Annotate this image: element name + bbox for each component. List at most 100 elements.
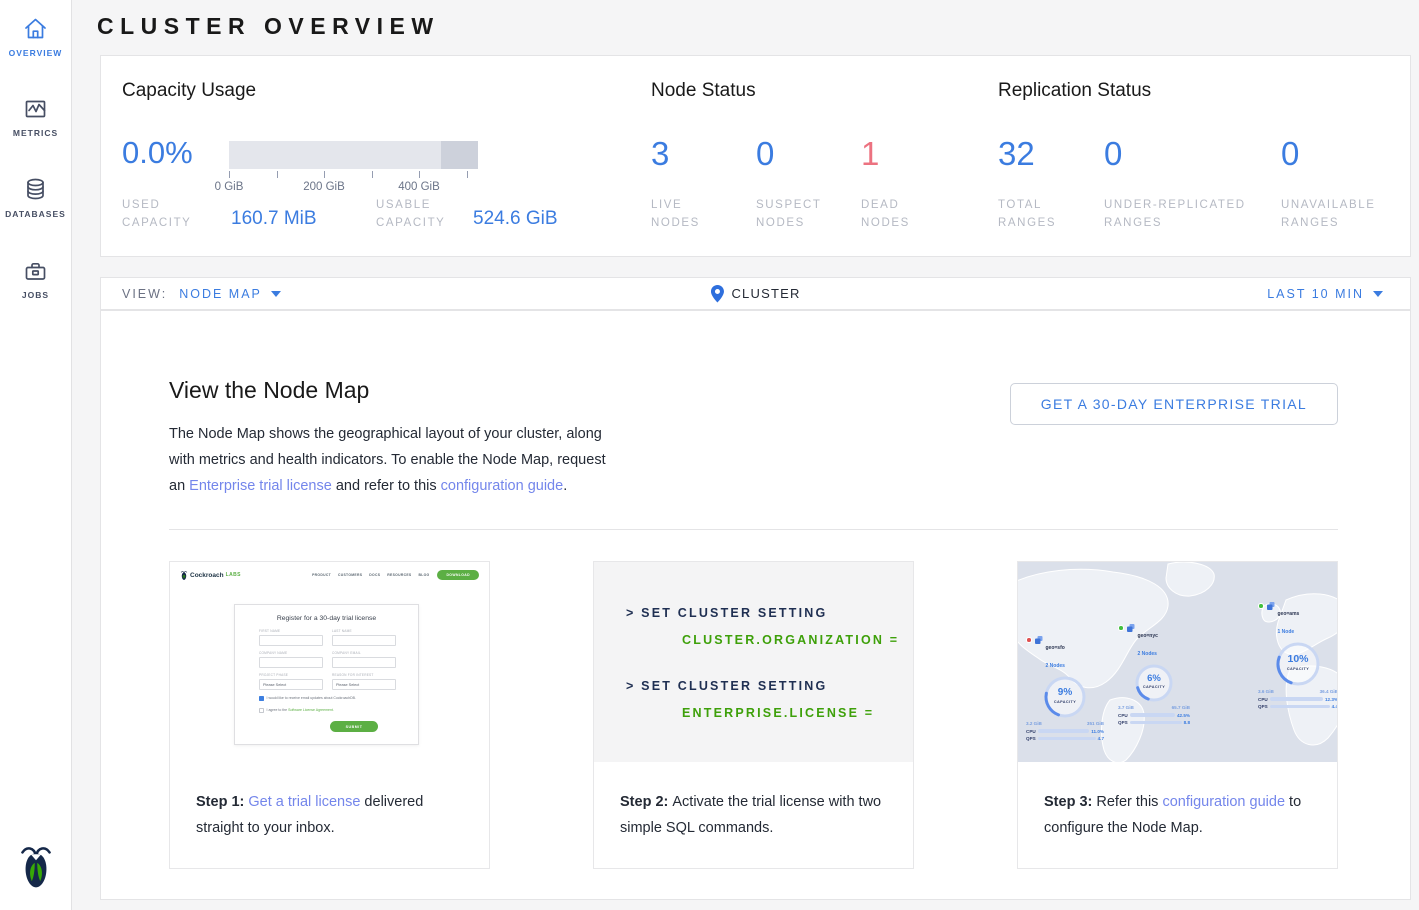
configuration-guide-link[interactable]: configuration guide <box>1162 794 1285 810</box>
sidebar-item-label: JOBS <box>0 290 71 300</box>
step1-card: Cockroach LABS PRODUCT CUSTOMERS DOCS RE… <box>169 561 490 869</box>
mini-cockroach-icon <box>180 570 188 581</box>
location-pin-icon <box>710 285 723 303</box>
mini-nav-item: CUSTOMERS <box>338 573 362 577</box>
step3-label: Step 3: <box>1044 794 1096 810</box>
qps-bar <box>1038 737 1096 741</box>
home-icon <box>22 16 49 42</box>
qps-value: 8.8 <box>1184 720 1190 725</box>
qps-value: 4.7 <box>1098 736 1104 741</box>
cpu-value: 12.3% <box>1325 697 1337 702</box>
qps-value: 4.4 <box>1332 704 1337 709</box>
region-node-count: 2 Nodes <box>1138 651 1157 657</box>
mini-nav-item: DOCS <box>369 573 380 577</box>
step1-media: Cockroach LABS PRODUCT CUSTOMERS DOCS RE… <box>170 562 489 762</box>
capacity-usage-title: Capacity Usage <box>122 80 256 102</box>
mini-download-button: DOWNLOAD <box>437 570 479 580</box>
dead-nodes-label: DEAD NODES <box>861 196 939 232</box>
capacity-label: CAPACITY <box>1043 700 1087 704</box>
time-range-value: LAST 10 MIN <box>1267 287 1364 301</box>
status-dot <box>1118 625 1124 631</box>
under-replicated-label: UNDER-REPLICATED RANGES <box>1104 196 1264 232</box>
qps-bar <box>1130 721 1182 725</box>
cpu-label: CPU <box>1258 697 1268 702</box>
time-range-selector[interactable]: LAST 10 MIN <box>1267 287 1383 301</box>
view-selector-value: NODE MAP <box>179 287 262 301</box>
sidebar-item-label: METRICS <box>0 128 71 138</box>
region-name: geo=nyc <box>1138 633 1158 639</box>
mini-nav-item: RESOURCES <box>387 573 411 577</box>
qps-label: QPS <box>1118 720 1128 725</box>
used-capacity-value: 160.7 MiB <box>231 208 317 230</box>
qps-label: QPS <box>1026 736 1036 741</box>
mini-field-label: LAST NAME <box>332 629 396 633</box>
enterprise-trial-license-link[interactable]: Enterprise trial license <box>189 478 332 494</box>
sql-command: > SET CLUSTER SETTING <box>626 679 913 693</box>
mini-nav-item: PRODUCT <box>312 573 331 577</box>
mini-field-label: PROJECT PHASE <box>259 673 323 677</box>
map-region-ams: geo=ams1 Node 10% CAPACITY 3.6 GiB36.4 G… <box>1258 602 1337 709</box>
mini-checkbox-label: I agree to the <box>267 708 289 712</box>
sidebar-item-jobs[interactable]: JOBS <box>0 258 71 300</box>
step3-node-map-preview: geo=sfo2 Nodes 9% CAPACITY 3.2 GiB351 Gi… <box>1018 562 1337 762</box>
step2-label: Step 2: <box>620 794 672 810</box>
region-node-count: 1 Node <box>1278 629 1295 635</box>
step3-caption: Step 3: Refer this configuration guide t… <box>1018 762 1337 841</box>
region-node-count: 2 Nodes <box>1046 663 1065 669</box>
mini-nav-item: BLOG <box>418 573 429 577</box>
capacity-bar-chart <box>229 141 479 169</box>
chevron-down-icon <box>1373 291 1383 297</box>
node-map-description: The Node Map shows the geographical layo… <box>169 421 621 499</box>
mini-register-form: Register for a 30-day trial license FIRS… <box>234 604 419 745</box>
nodes-icon <box>1267 602 1275 610</box>
sidebar-item-databases[interactable]: DATABASES <box>0 176 71 219</box>
mini-checkbox-checked <box>259 696 264 701</box>
suspect-nodes-label: SUSPECT NODES <box>756 196 834 232</box>
description-text: and refer to this <box>332 478 441 494</box>
node-map-heading: View the Node Map <box>169 377 369 404</box>
step3-text: Refer this <box>1096 794 1162 810</box>
sql-setting: ENTERPRISE.LICENSE = <box>682 706 913 720</box>
mini-brand-suffix: LABS <box>226 572 241 578</box>
get-trial-license-link[interactable]: Get a trial license <box>248 794 360 810</box>
step2-card: > SET CLUSTER SETTING CLUSTER.ORGANIZATI… <box>593 561 914 869</box>
sidebar-item-label: OVERVIEW <box>0 48 71 58</box>
breadcrumb-cluster: CLUSTER <box>731 286 800 301</box>
map-region-sfo: geo=sfo2 Nodes 9% CAPACITY 3.2 GiB351 Gi… <box>1026 636 1104 741</box>
used-gib: 3.7 GiB <box>1118 705 1134 710</box>
sidebar-item-overview[interactable]: OVERVIEW <box>0 16 71 58</box>
unavailable-count: 0 <box>1281 135 1299 173</box>
capacity-bar-available <box>229 141 441 169</box>
mini-input <box>259 657 323 668</box>
capacity-label: CAPACITY <box>1275 667 1321 671</box>
mini-field-label: REASON FOR INTEREST <box>332 673 396 677</box>
live-nodes-label: LIVE NODES <box>651 196 729 232</box>
mini-checkbox-label: I would like to receive email updates ab… <box>267 696 357 700</box>
step1-screenshot: Cockroach LABS PRODUCT CUSTOMERS DOCS RE… <box>170 562 489 762</box>
usable-capacity-label: USABLE CAPACITY <box>376 196 462 232</box>
mini-submit-button: SUBMIT <box>330 721 378 732</box>
page-title: CLUSTER OVERVIEW <box>97 13 440 40</box>
view-selector[interactable]: NODE MAP <box>179 287 281 301</box>
total-gib: 351 GiB <box>1087 721 1104 726</box>
cockroach-icon <box>17 843 55 891</box>
used-gib: 3.6 GiB <box>1258 689 1274 694</box>
mini-brand-name: Cockroach <box>190 572 224 579</box>
sidebar-item-metrics[interactable]: METRICS <box>0 96 71 138</box>
unavailable-label: UNAVAILABLE RANGES <box>1281 196 1401 232</box>
get-enterprise-trial-button[interactable]: GET A 30-DAY ENTERPRISE TRIAL <box>1010 383 1338 425</box>
sql-setting: CLUSTER.ORGANIZATION = <box>682 633 913 647</box>
sidebar-item-label: DATABASES <box>0 209 71 219</box>
dead-nodes-count: 1 <box>861 135 879 173</box>
configuration-guide-link[interactable]: configuration guide <box>441 478 564 494</box>
mini-select: Please Select <box>259 679 323 690</box>
breadcrumb: CLUSTER <box>710 285 800 303</box>
step2-code-snippet: > SET CLUSTER SETTING CLUSTER.ORGANIZATI… <box>594 562 913 762</box>
status-dot <box>1026 637 1032 643</box>
live-nodes-count: 3 <box>651 135 669 173</box>
cpu-label: CPU <box>1026 729 1036 734</box>
step3-card: geo=sfo2 Nodes 9% CAPACITY 3.2 GiB351 Gi… <box>1017 561 1338 869</box>
capacity-label: CAPACITY <box>1134 685 1174 689</box>
mini-checkbox <box>259 708 264 713</box>
capacity-bar-reserved <box>441 141 478 169</box>
